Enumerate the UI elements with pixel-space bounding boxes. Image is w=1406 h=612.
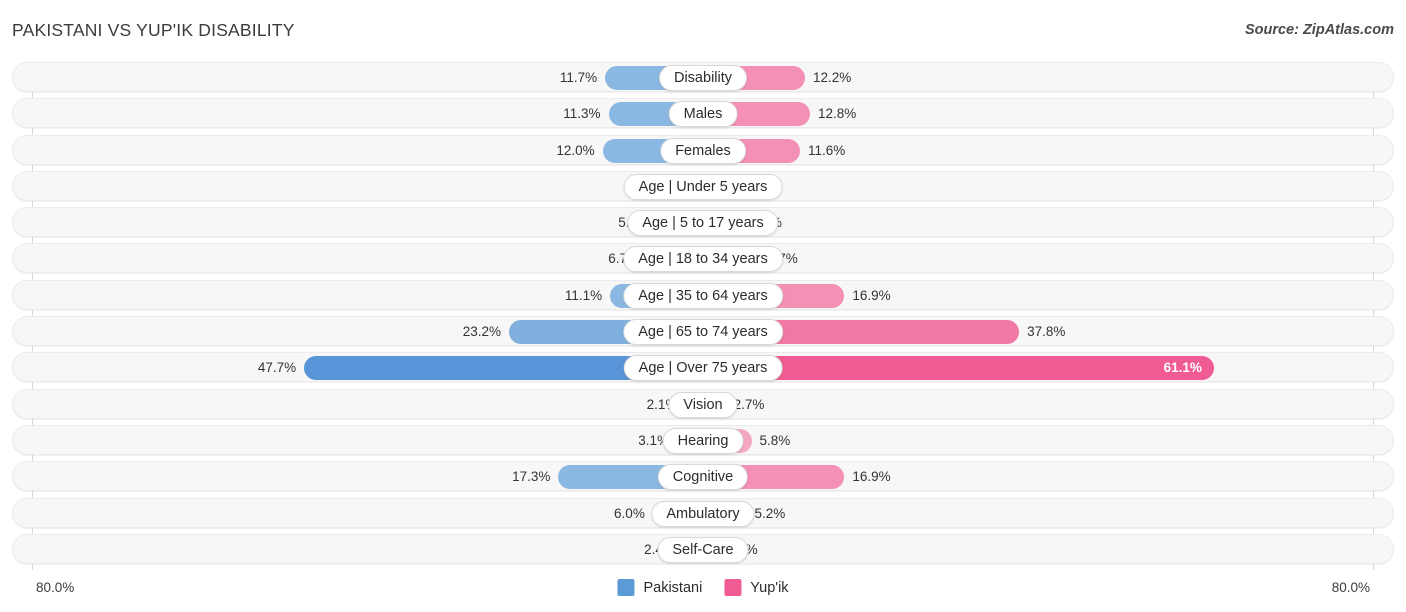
- bar-value-yupik: 5.8%: [759, 432, 791, 448]
- bar-value-yupik: 12.8%: [818, 106, 857, 122]
- row-category-label[interactable]: Ambulatory: [651, 500, 755, 527]
- axis-label-left: 80.0%: [36, 580, 75, 595]
- table-row[interactable]: 11.1% 16.9% Age | 35 to 64 years: [12, 279, 1394, 310]
- row-category-label[interactable]: Cognitive: [657, 464, 749, 491]
- row-category-label[interactable]: Age | Over 75 years: [623, 355, 783, 382]
- row-category-label[interactable]: Age | Under 5 years: [623, 173, 783, 200]
- table-row[interactable]: 11.7% 12.2% Disability: [12, 62, 1394, 92]
- bar-value-pakistani: 11.1%: [564, 287, 603, 303]
- row-category-label[interactable]: Age | 65 to 74 years: [623, 319, 783, 346]
- legend-item[interactable]: Yup'ik: [724, 579, 789, 596]
- bar-rows: 11.7% 12.2% Disability 11.3% 12.8% Males 12.0%…: [0, 62, 1406, 570]
- legend-label: Yup'ik: [750, 579, 789, 596]
- bar-value-yupik: 37.8%: [1027, 324, 1066, 340]
- bar-value-pakistani: 47.7%: [257, 360, 297, 376]
- row-category-label[interactable]: Females: [660, 137, 746, 164]
- table-row[interactable]: 23.2% 37.8% Age | 65 to 74 years: [12, 316, 1394, 347]
- plot-area: 11.7% 12.2% Disability 11.3% 12.8% Males 12.0%…: [0, 62, 1406, 570]
- chart-header: PAKISTANI VS YUP'IK DISABILITY Source: Z…: [0, 0, 1406, 62]
- table-row[interactable]: 2.1% 2.7% Vision: [12, 388, 1394, 419]
- bar-value-yupik: 12.2%: [813, 70, 852, 85]
- bar-value-pakistani: 12.0%: [556, 142, 595, 158]
- table-row[interactable]: 5.5%4.8%Age | 5 to 17 years: [12, 207, 1394, 238]
- table-row[interactable]: 47.7% 61.1% Age | Over 75 years: [12, 352, 1394, 383]
- bar-value-pakistani: 17.3%: [512, 469, 551, 485]
- row-category-label[interactable]: Hearing: [662, 427, 744, 454]
- table-row[interactable]: 6.0% 5.2% Ambulatory: [12, 497, 1394, 528]
- bar-value-pakistani: 6.0%: [614, 505, 645, 521]
- table-row[interactable]: 2.4%1.9%Self-Care: [12, 533, 1394, 564]
- table-row[interactable]: 17.3% 16.9% Cognitive: [12, 461, 1394, 492]
- legend-swatch-icon: [724, 579, 742, 596]
- legend-item[interactable]: Pakistani: [617, 579, 702, 596]
- bar-value-pakistani: 11.7%: [559, 70, 598, 85]
- legend-swatch-icon: [617, 579, 635, 596]
- row-category-label[interactable]: Disability: [658, 65, 748, 91]
- source-attribution: Source: ZipAtlas.com: [1244, 22, 1394, 38]
- bar-value-yupik: 61.1%: [1163, 360, 1202, 376]
- table-row[interactable]: 1.3%4.5%Age | Under 5 years: [12, 170, 1394, 201]
- table-row[interactable]: 11.3% 12.8% Males: [12, 98, 1394, 129]
- row-category-label[interactable]: Vision: [668, 391, 738, 418]
- table-row[interactable]: 3.1% 5.8% Hearing: [12, 424, 1394, 455]
- bar-value-pakistani: 23.2%: [462, 324, 501, 340]
- row-category-label[interactable]: Self-Care: [657, 536, 749, 563]
- table-row[interactable]: 6.7%6.7%Age | 18 to 34 years: [12, 243, 1394, 274]
- chart-page: PAKISTANI VS YUP'IK DISABILITY Source: Z…: [0, 0, 1406, 612]
- page-title: PAKISTANI VS YUP'IK DISABILITY: [12, 20, 295, 40]
- bar-value-yupik: 16.9%: [852, 287, 891, 303]
- chart-footer: 80.0% Pakistani Yup'ik 80.0%: [0, 570, 1406, 612]
- bar-value-yupik: 11.6%: [808, 142, 846, 158]
- legend-label: Pakistani: [643, 579, 703, 596]
- row-category-label[interactable]: Age | 18 to 34 years: [623, 246, 783, 273]
- row-category-label[interactable]: Age | 35 to 64 years: [623, 282, 783, 309]
- table-row[interactable]: 12.0% 11.6% Females: [12, 134, 1394, 165]
- bar-value-pakistani: 11.3%: [563, 106, 601, 122]
- axis-label-right: 80.0%: [1331, 580, 1370, 595]
- bar-value-yupik: 16.9%: [852, 469, 891, 485]
- row-category-label[interactable]: Males: [668, 101, 738, 128]
- row-category-label[interactable]: Age | 5 to 17 years: [627, 210, 779, 237]
- legend: Pakistani Yup'ik: [617, 579, 789, 596]
